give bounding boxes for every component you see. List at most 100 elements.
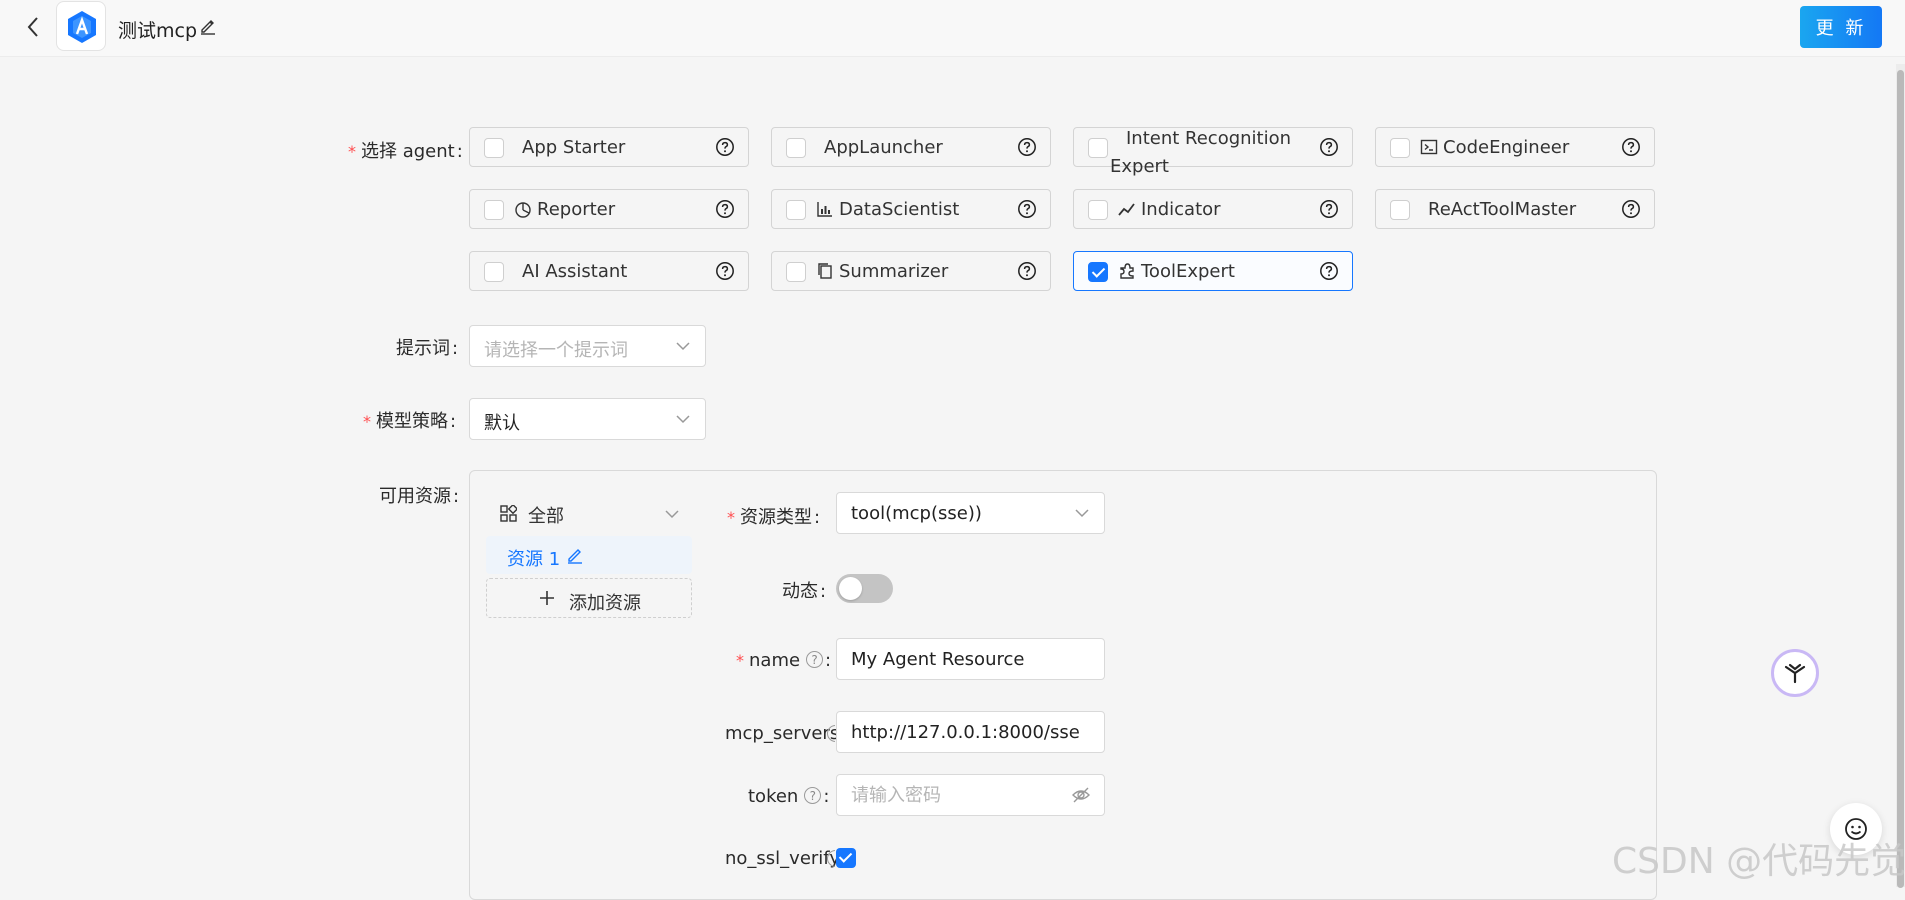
agent-checkbox[interactable]: [1088, 200, 1108, 220]
agent-option-summarizer[interactable]: Summarizer: [771, 251, 1051, 291]
model-select-value: 默认: [484, 413, 520, 434]
agent-checkbox[interactable]: [484, 262, 504, 282]
help-icon[interactable]: ?: [804, 787, 822, 804]
agent-checkbox[interactable]: [786, 138, 806, 158]
agent-label-text: AI Assistant: [522, 261, 628, 282]
agent-checkbox[interactable]: [1088, 262, 1108, 282]
dynamic-toggle[interactable]: [836, 574, 893, 603]
agent-option-toolexpert[interactable]: ToolExpert: [1073, 251, 1353, 291]
name-field-label: * name?:: [736, 650, 832, 671]
mcp-servers-label: mcp_servers: [725, 723, 840, 744]
agent-checkbox[interactable]: [786, 200, 806, 220]
help-icon[interactable]: [1319, 199, 1339, 219]
resource-filter-label: 全部: [528, 506, 564, 527]
app-grid-icon: [500, 505, 517, 522]
help-icon[interactable]: [1621, 199, 1641, 219]
token-field-label: token?:: [748, 786, 830, 807]
back-icon[interactable]: [22, 14, 46, 40]
app-logo: [56, 1, 106, 51]
copy-icon: [816, 262, 834, 281]
agent-label-text: ToolExpert: [1141, 261, 1235, 282]
agent-label: CodeEngineer: [1420, 137, 1569, 158]
agent-option-applauncher[interactable]: AppLauncher: [771, 127, 1051, 167]
agent-label-text: App Starter: [522, 137, 626, 158]
agent-label: Summarizer: [816, 261, 948, 282]
model-field-label: * 模型策略:: [363, 411, 457, 432]
page-scrollbar[interactable]: [1896, 64, 1905, 888]
prompt-field-label: 提示词:: [396, 338, 459, 359]
help-icon[interactable]: [1621, 137, 1641, 157]
mcp-servers-input[interactable]: [836, 711, 1105, 753]
agent-option-datascientist[interactable]: DataScientist: [771, 189, 1051, 229]
resource-type-value: tool(mcp(sse)): [851, 503, 982, 524]
agent-option-intent-recognition-expert[interactable]: Intent Recognition Expert: [1073, 127, 1353, 177]
agent-label: AI Assistant: [522, 261, 627, 282]
resources-panel: [469, 470, 1657, 900]
name-input[interactable]: [836, 638, 1105, 680]
agent-label-text: Indicator: [1141, 199, 1221, 220]
agent-label: Reporter: [514, 199, 615, 220]
page-title: 测试mcp: [118, 20, 198, 42]
agent-label: ToolExpert: [1118, 261, 1235, 282]
agent-checkbox[interactable]: [1088, 138, 1108, 158]
update-button[interactable]: 更 新: [1800, 6, 1882, 48]
help-icon[interactable]: [715, 137, 735, 157]
edit-title-icon[interactable]: [199, 17, 217, 39]
resource-type-select[interactable]: tool(mcp(sse)): [836, 492, 1105, 534]
add-resource-label: 添加资源: [569, 593, 641, 614]
help-icon[interactable]: [1017, 261, 1037, 281]
agent-label: App Starter: [522, 137, 625, 158]
help-icon[interactable]: [1017, 137, 1037, 157]
ai-assistant-float-button[interactable]: [1771, 649, 1819, 697]
agent-label-text: Reporter: [537, 199, 616, 220]
scrollbar-thumb[interactable]: [1897, 70, 1904, 888]
chevron-down-icon: [665, 510, 679, 519]
agent-checkbox[interactable]: [1390, 200, 1410, 220]
help-icon[interactable]: [1319, 261, 1339, 281]
watermark: CSDN @代码先觉: [1612, 841, 1905, 882]
token-input-wrapper: [836, 774, 1105, 816]
agent-label-text: Intent Recognition Expert: [1110, 128, 1292, 177]
line-chart-icon: [1118, 200, 1136, 219]
prompt-select-placeholder: 请选择一个提示词: [484, 340, 628, 361]
prompt-select[interactable]: 请选择一个提示词: [469, 325, 706, 367]
bar-chart-icon: [816, 200, 834, 219]
agent-checkbox[interactable]: [484, 138, 504, 158]
no-ssl-verify-checkbox[interactable]: [836, 848, 856, 868]
agent-option-indicator[interactable]: Indicator: [1073, 189, 1353, 229]
add-resource-button[interactable]: 添加资源: [486, 578, 692, 618]
eye-invisible-icon[interactable]: [1071, 786, 1091, 804]
plus-icon: [540, 591, 554, 605]
pie-chart-icon: [514, 200, 532, 219]
resource-type-label: * 资源类型:: [727, 507, 821, 528]
agent-label: Intent Recognition Expert: [1110, 125, 1310, 181]
app-header: 测试mcp 更 新: [0, 0, 1905, 57]
agent-label: ReActToolMaster: [1428, 199, 1576, 220]
agent-option-ai-assistant[interactable]: AI Assistant: [469, 251, 749, 291]
help-icon[interactable]: ?: [806, 651, 824, 668]
help-icon[interactable]: [715, 199, 735, 219]
help-icon[interactable]: [827, 850, 835, 868]
resource-item[interactable]: 资源 1: [486, 536, 692, 574]
model-select[interactable]: 默认: [469, 398, 706, 440]
agent-option-reacttoolmaster[interactable]: ReActToolMaster: [1375, 189, 1655, 229]
edit-resource-icon[interactable]: [566, 546, 584, 564]
help-icon[interactable]: [827, 725, 835, 743]
terminal-icon: [1420, 138, 1438, 157]
help-icon[interactable]: [715, 261, 735, 281]
agent-option-reporter[interactable]: Reporter: [469, 189, 749, 229]
puzzle-icon: [1118, 262, 1136, 281]
agent-checkbox[interactable]: [484, 200, 504, 220]
no-ssl-verify-label: no_ssl_verify: [725, 848, 840, 869]
agent-checkbox[interactable]: [786, 262, 806, 282]
resource-item-label: 资源 1: [507, 549, 561, 570]
agent-label-text: DataScientist: [839, 199, 960, 220]
help-icon[interactable]: [1319, 137, 1339, 157]
agent-option-app-starter[interactable]: App Starter: [469, 127, 749, 167]
token-input[interactable]: [836, 774, 1105, 816]
help-icon[interactable]: [1017, 199, 1037, 219]
agent-option-codeengineer[interactable]: CodeEngineer: [1375, 127, 1655, 167]
agent-label-text: ReActToolMaster: [1428, 199, 1577, 220]
resource-filter-select[interactable]: 全部: [500, 500, 680, 528]
agent-checkbox[interactable]: [1390, 138, 1410, 158]
